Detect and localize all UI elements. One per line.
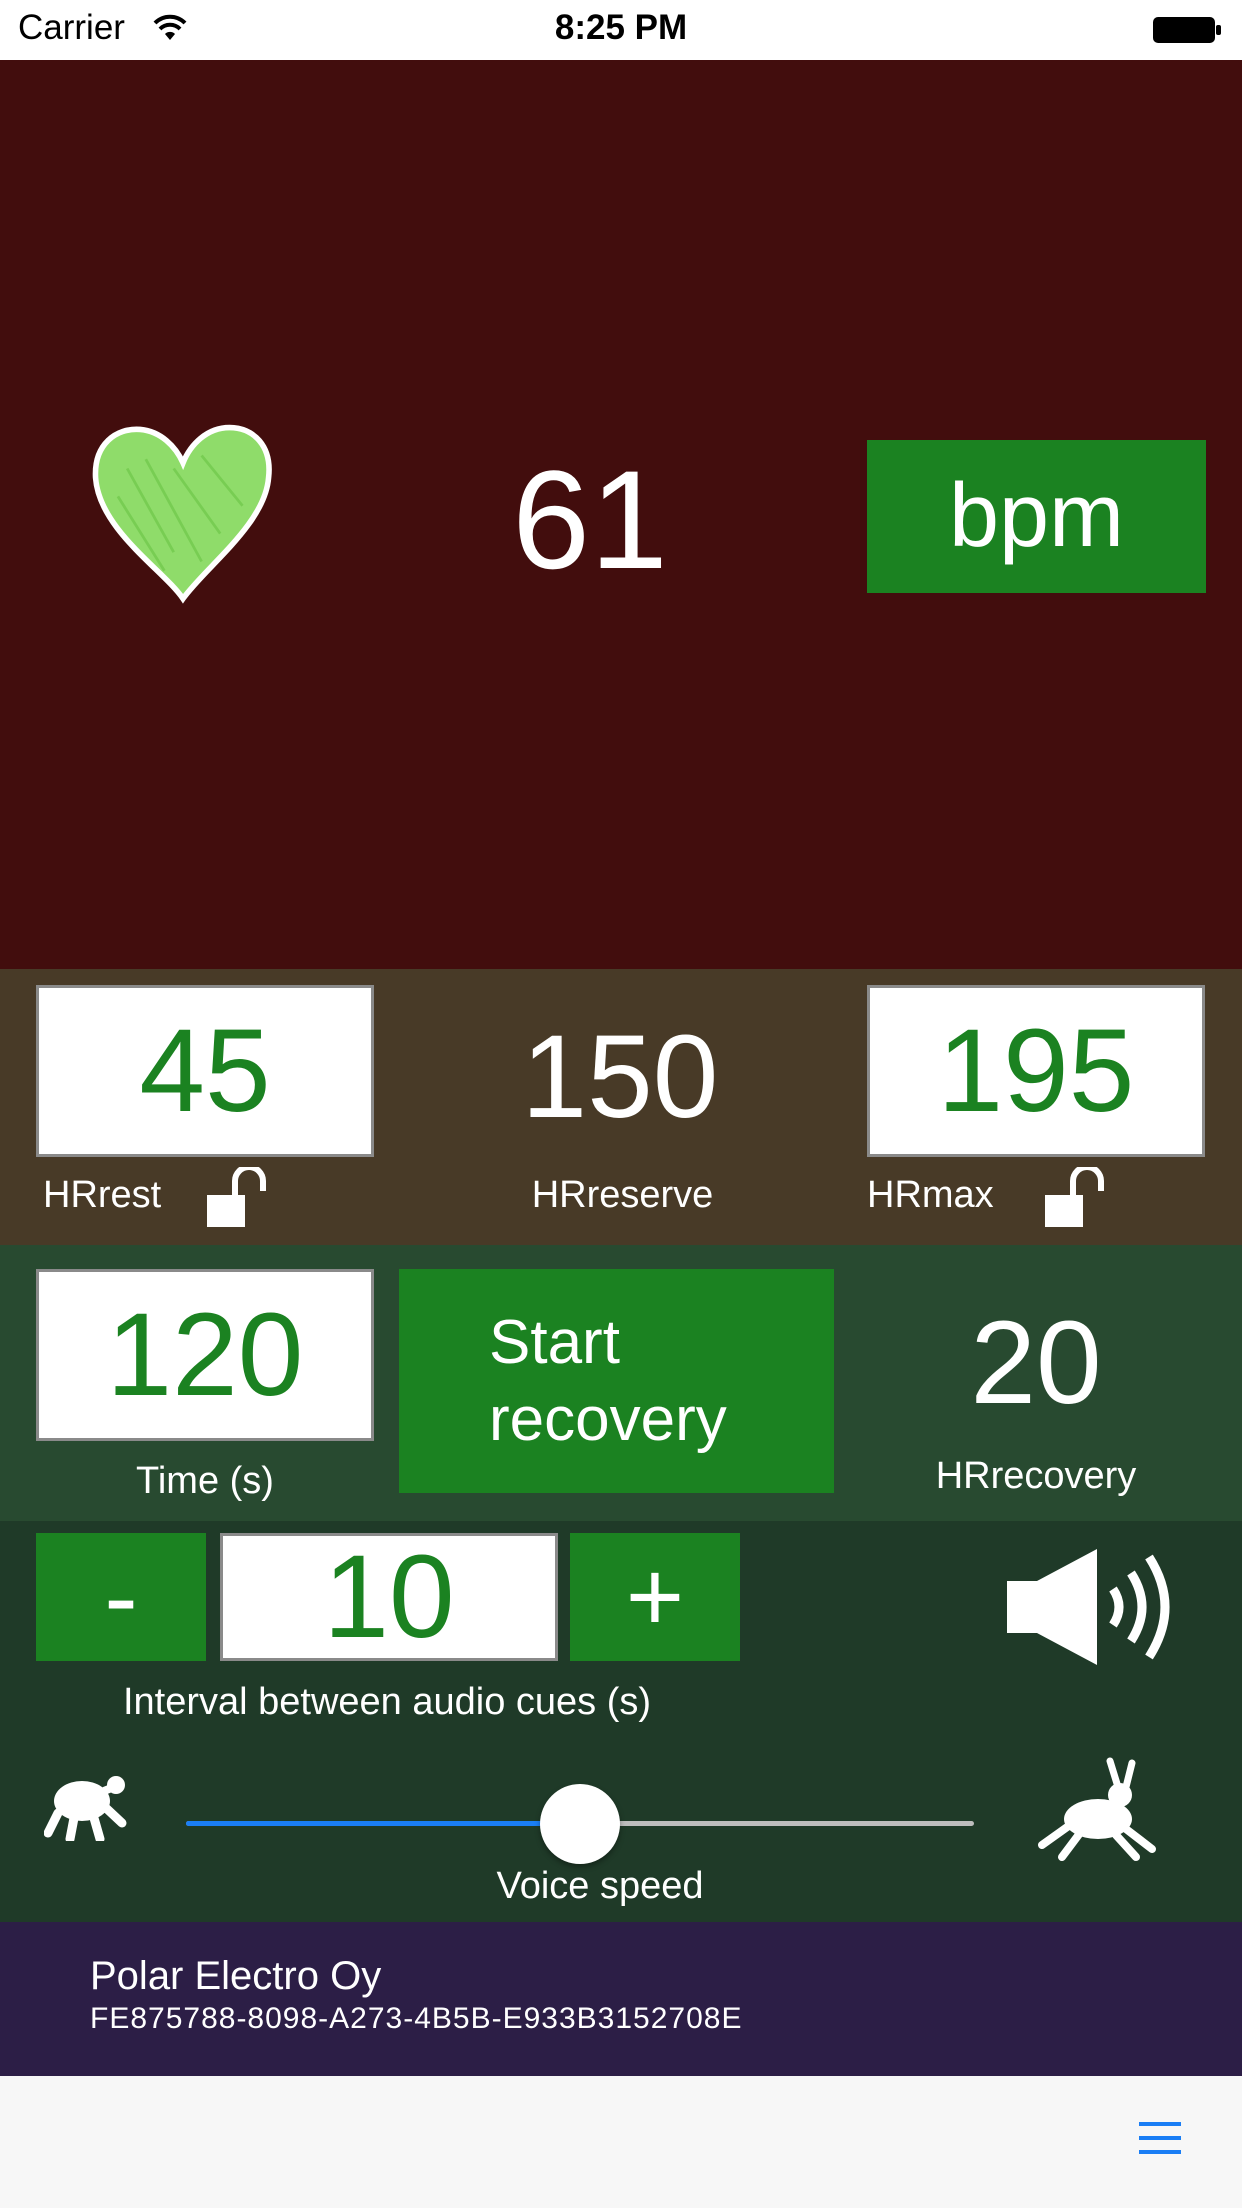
increase-interval-button[interactable]: +	[570, 1533, 740, 1661]
decrease-interval-button[interactable]: -	[36, 1533, 206, 1661]
voice-speed-label: Voice speed	[496, 1865, 704, 1907]
time-label: Time (s)	[136, 1460, 274, 1502]
slider-fill	[186, 1821, 580, 1826]
hr-rest-label: HRrest	[43, 1174, 162, 1216]
hr-max-label: HRmax	[867, 1174, 994, 1216]
hamburger-menu-icon[interactable]	[1139, 2118, 1181, 2158]
start-recovery-line2: recovery	[489, 1385, 727, 1454]
hr-reserve-value: 150	[521, 1011, 719, 1143]
rabbit-icon	[1038, 1757, 1156, 1861]
bottom-toolbar	[0, 2076, 1242, 2208]
hr-rest-field[interactable]: 45	[36, 985, 374, 1157]
unlock-icon[interactable]	[205, 1167, 275, 1229]
heart-icon	[92, 424, 272, 604]
time-field[interactable]: 120	[36, 1269, 374, 1441]
unit-bpm-button[interactable]: bpm	[867, 440, 1206, 593]
device-info-panel: Polar Electro Oy FE875788-8098-A273-4B5B…	[0, 1922, 1242, 2076]
heart-rate-panel: 61 bpm	[0, 60, 1242, 969]
interval-caption: Interval between audio cues (s)	[122, 1681, 652, 1723]
hr-reserve-label: HRreserve	[531, 1174, 714, 1216]
heart-rate-zones-panel: 45 HRrest 150 HRreserve 195 HRmax	[0, 969, 1242, 1245]
battery-icon	[1153, 17, 1221, 43]
hr-recovery-label: HRrecovery	[935, 1455, 1137, 1497]
device-id: FE875788-8098-A273-4B5B-E933B3152708E	[90, 2002, 743, 2035]
slider-thumb[interactable]	[540, 1784, 620, 1864]
unlock-icon[interactable]	[1043, 1167, 1113, 1229]
turtle-icon	[44, 1776, 127, 1841]
start-recovery-button[interactable]: Start recovery	[399, 1269, 834, 1493]
audio-settings-panel: - 10 + Interval between audio cues (s) V…	[0, 1521, 1242, 1922]
device-name: Polar Electro Oy	[90, 1954, 382, 1998]
clock: 8:25 PM	[554, 8, 688, 47]
voice-speed-slider[interactable]	[186, 1784, 974, 1864]
hr-max-field[interactable]: 195	[867, 985, 1205, 1157]
interval-field[interactable]: 10	[220, 1531, 558, 1663]
status-bar: Carrier 8:25 PM	[0, 0, 1242, 60]
start-recovery-line1: Start	[489, 1307, 620, 1377]
hr-recovery-value: 20	[970, 1297, 1102, 1429]
recovery-panel: 120 Time (s) Start recovery 20 HRrecover…	[0, 1245, 1242, 1521]
heart-rate-value: 61	[512, 441, 668, 598]
speaker-icon[interactable]	[1005, 1547, 1187, 1667]
